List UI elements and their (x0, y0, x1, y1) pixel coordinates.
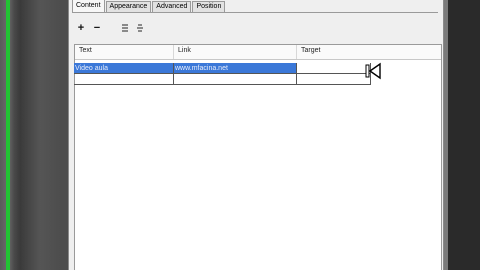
desktop-background: Content Appearance Advanced Position + −… (0, 0, 480, 270)
column-header-target[interactable]: Target (301, 47, 320, 54)
menu-properties-panel: Content Appearance Advanced Position + −… (68, 0, 444, 270)
column-header-text[interactable]: Text (79, 47, 92, 54)
left-green-strip (6, 0, 10, 270)
cell-link[interactable]: www.mfacina.net (174, 63, 297, 74)
remove-item-button[interactable]: − (91, 21, 103, 35)
cell-text[interactable] (74, 74, 174, 85)
column-header-link[interactable]: Link (178, 47, 191, 54)
grid-header: Text Link Target (75, 45, 441, 60)
add-item-button[interactable]: + (75, 21, 87, 35)
toolbar: + − (75, 20, 144, 36)
table-row[interactable] (74, 74, 371, 86)
cell-text[interactable]: Video aula (74, 63, 174, 74)
distribute-icon[interactable] (136, 23, 144, 33)
column-separator (173, 45, 174, 59)
tab-advanced[interactable]: Advanced (152, 1, 192, 12)
tab-bar: Content Appearance Advanced Position (72, 0, 226, 12)
mouse-pointer-icon (365, 62, 383, 80)
cell-target[interactable] (297, 74, 371, 85)
cell-target[interactable] (297, 63, 371, 74)
tab-content[interactable]: Content (72, 0, 105, 12)
tab-position[interactable]: Position (192, 1, 226, 12)
tab-appearance[interactable]: Appearance (105, 1, 152, 12)
tab-divider (72, 12, 438, 13)
cell-link[interactable] (174, 74, 297, 85)
align-icon[interactable] (121, 23, 129, 33)
column-separator (296, 45, 297, 59)
items-grid: Text Link Target Video aula www.mfacina.… (74, 44, 442, 270)
right-dark-area (448, 0, 480, 270)
